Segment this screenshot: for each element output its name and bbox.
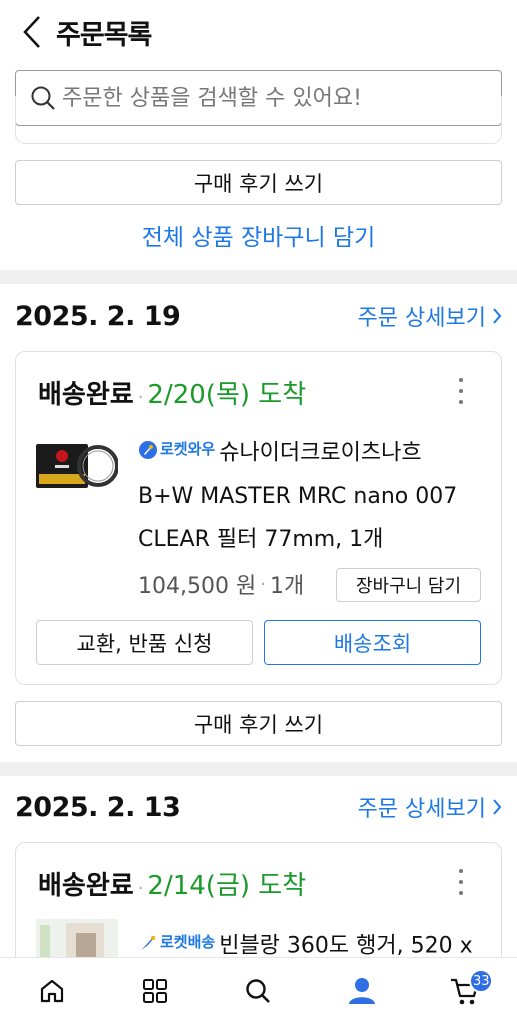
delivery-status: 배송완료 <box>38 380 134 410</box>
categories-icon <box>143 979 168 1003</box>
order-date-row: 2025. 2. 19 주문 상세보기 <box>15 300 502 332</box>
tab-home[interactable] <box>22 961 82 1021</box>
price-row: 104,500 원 · 1개 <box>138 568 304 600</box>
product-name[interactable]: 로켓와우 슈나이더크로이츠나흐 B+W MASTER MRC nano 007 C… <box>138 428 488 561</box>
product-thumbnail[interactable] <box>36 440 118 500</box>
tab-my-page[interactable] <box>332 961 392 1021</box>
add-to-cart-button[interactable]: 장바구니 담기 <box>336 568 481 602</box>
write-review-button[interactable]: 구매 후기 쓰기 <box>15 701 502 746</box>
delivery-status-row: 배송완료 · 2/20(목) 도착 <box>38 374 306 411</box>
order-date: 2025. 2. 13 <box>15 791 181 823</box>
tab-cart[interactable]: 33 <box>435 961 495 1021</box>
track-delivery-button[interactable]: 배송조회 <box>264 620 481 665</box>
chevron-right-icon <box>493 308 502 324</box>
more-options-icon[interactable] <box>451 869 471 895</box>
search-icon <box>246 979 271 1003</box>
arrival-date: 2/20(목) 도착 <box>147 380 307 410</box>
home-icon <box>40 979 63 1003</box>
delivery-status-row: 배송완료 · 2/14(금) 도착 <box>38 865 306 902</box>
tab-search[interactable] <box>228 961 288 1021</box>
order-date: 2025. 2. 19 <box>15 300 181 332</box>
order-detail-link[interactable]: 주문 상세보기 <box>358 791 502 823</box>
rocket-icon <box>141 935 155 950</box>
cart-count-badge: 33 <box>469 969 494 993</box>
exchange-return-button[interactable]: 교환, 반품 신청 <box>36 620 253 665</box>
order-date-row: 2025. 2. 13 주문 상세보기 <box>15 791 502 823</box>
tab-categories[interactable] <box>125 961 185 1021</box>
more-options-icon[interactable] <box>451 378 471 404</box>
bottom-tab-bar: 33 <box>0 957 517 1024</box>
delivery-status: 배송완료 <box>38 871 134 901</box>
page-title: 주문목록 <box>56 19 152 51</box>
order-detail-link[interactable]: 주문 상세보기 <box>358 300 502 332</box>
section-divider <box>0 762 517 776</box>
rocket-icon <box>139 440 157 459</box>
arrival-date: 2/14(금) 도착 <box>147 871 307 901</box>
write-review-button[interactable]: 구매 후기 쓰기 <box>15 160 502 205</box>
previous-order-card <box>15 96 502 144</box>
rocket-wow-badge: 로켓와우 <box>138 428 215 471</box>
add-all-to-cart-link[interactable]: 전체 상품 장바구니 담기 <box>0 218 517 252</box>
my-page-icon <box>348 978 375 1004</box>
header: 주문목록 <box>0 0 517 64</box>
section-divider <box>0 270 517 284</box>
product-price: 104,500 원 <box>138 574 257 599</box>
order-card: 배송완료 · 2/20(목) 도착 로켓와우 슈나이더크로이츠나흐 B+W MAS… <box>15 351 502 685</box>
product-quantity: 1개 <box>269 574 305 599</box>
back-icon[interactable] <box>10 10 54 54</box>
chevron-right-icon <box>493 799 502 815</box>
